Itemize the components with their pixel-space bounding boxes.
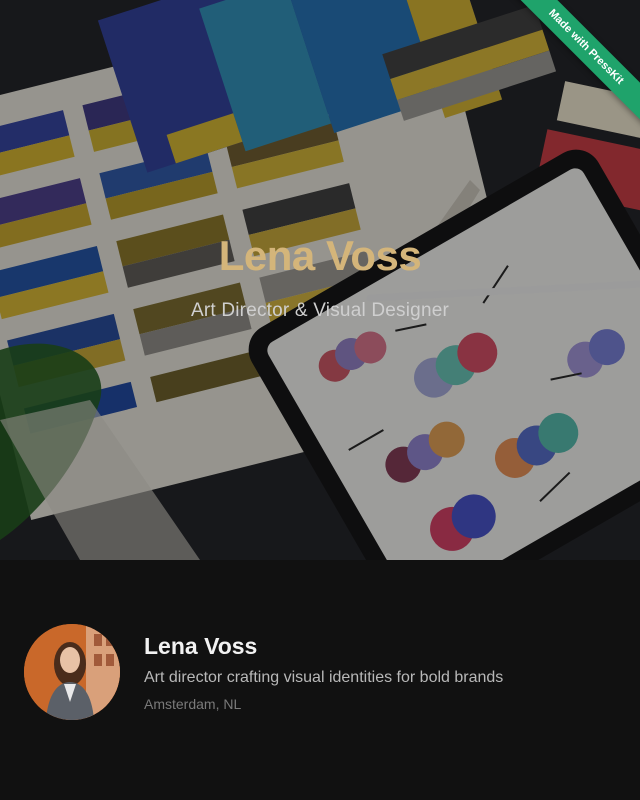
profile-name: Lena Voss [144,633,258,659]
hero-banner: Lena Voss Art Director & Visual Designer… [0,0,640,560]
hero-subtitle: Art Director & Visual Designer [190,300,450,321]
hero-title: Lena Voss [218,232,422,279]
avatar-photo-icon [24,624,120,720]
profile-section: Lena Voss Art director crafting visual i… [0,560,640,800]
presskit-badge[interactable]: Made with PressKit [490,0,640,150]
avatar [24,624,120,720]
profile-tagline: Art director crafting visual identities … [144,669,504,686]
presskit-badge-label[interactable]: Made with PressKit [506,0,640,127]
profile-location: Amsterdam, NL [144,696,242,712]
